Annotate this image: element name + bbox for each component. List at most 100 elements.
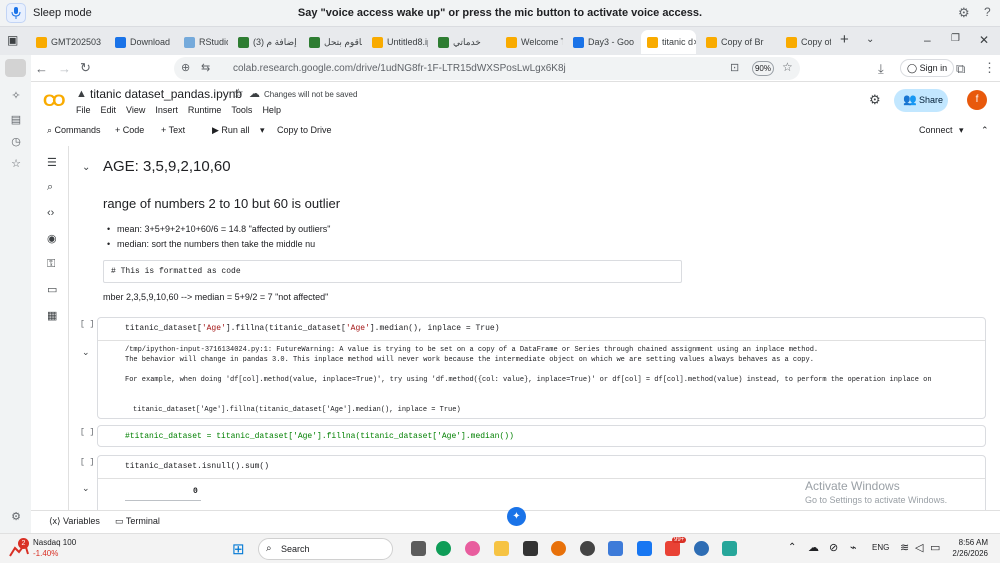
input-language[interactable]: ENG: [872, 543, 889, 552]
cell-run-button[interactable]: [ ]: [80, 458, 94, 467]
tab-10[interactable]: titanic d✕: [641, 30, 696, 54]
files-folder-icon[interactable]: ▭: [47, 283, 59, 296]
sidebar-settings-icon[interactable]: ⚙: [9, 510, 23, 524]
menu-file[interactable]: File: [76, 105, 91, 115]
help-icon[interactable]: ?: [984, 5, 991, 19]
avatar[interactable]: f: [967, 90, 987, 110]
run-all-chevron-icon[interactable]: ▾: [260, 125, 265, 136]
menu-tools[interactable]: Tools: [231, 105, 252, 115]
battery-icon[interactable]: ▭: [930, 541, 940, 554]
share-button[interactable]: 👥 Share: [894, 89, 948, 112]
variables-button[interactable]: ⟨x⟩ Variables: [49, 516, 100, 527]
tab-8[interactable]: Welcome T: [500, 30, 563, 54]
colab-logo[interactable]: CO: [43, 91, 65, 111]
tab-actions-icon[interactable]: ▣: [7, 33, 18, 47]
tab-7[interactable]: خدماتي: [432, 30, 496, 54]
table-of-contents-icon[interactable]: ☰: [47, 156, 59, 169]
secrets-key-icon[interactable]: ⚿: [47, 258, 59, 270]
add-text-button[interactable]: + Text: [161, 125, 185, 135]
taskbar-search[interactable]: ⌕ Search: [258, 538, 393, 560]
section-collapse-chevron-icon[interactable]: ⌄: [82, 162, 90, 173]
code-snippets-icon[interactable]: ‹›: [47, 207, 59, 219]
output-chevron-icon[interactable]: ⌄: [82, 483, 90, 494]
database-app-icon[interactable]: [608, 541, 623, 556]
copy-to-drive-button[interactable]: Copy to Drive: [277, 125, 332, 135]
cell-code[interactable]: titanic_dataset.isnull().sum(): [125, 462, 269, 471]
tab-5[interactable]: ساقوم بتحل: [303, 30, 362, 54]
tab-1[interactable]: GMT202503: [30, 30, 105, 54]
url-text[interactable]: colab.research.google.com/drive/1udNG8fr…: [233, 63, 566, 74]
code-cell[interactable]: titanic_dataset['Age'].fillna(titanic_da…: [82, 317, 986, 419]
cell-run-button[interactable]: [ ]: [80, 320, 94, 329]
sign-in-button[interactable]: ◯ Sign in: [900, 59, 955, 77]
terminal-button[interactable]: ▭ Terminal: [115, 516, 160, 527]
gemini-spark-button[interactable]: ✦: [507, 507, 526, 526]
install-app-icon[interactable]: ⊡: [730, 61, 739, 74]
bookmark-star-icon[interactable]: ☆: [782, 60, 793, 74]
output-chevron-icon[interactable]: ⌄: [82, 347, 90, 358]
cell-code[interactable]: titanic_dataset['Age'].fillna(titanic_da…: [125, 324, 500, 333]
data-table-icon[interactable]: ▦: [47, 309, 59, 322]
windows-start-icon[interactable]: ⊞: [232, 540, 245, 558]
tab-9[interactable]: Day3 - Goo: [567, 30, 637, 54]
tab-search-chevron-icon[interactable]: ⌄: [866, 34, 874, 45]
clock-time[interactable]: 8:56 AM: [950, 538, 988, 547]
firefox-icon[interactable]: [551, 541, 566, 556]
find-replace-icon[interactable]: ⌕: [47, 181, 59, 193]
new-tab-icon[interactable]: +: [840, 31, 849, 48]
minimize-icon[interactable]: –: [924, 33, 931, 47]
notification-app-icon[interactable]: 99+: [665, 537, 687, 556]
commands-button[interactable]: ⌕ Commands: [47, 125, 101, 136]
download-icon[interactable]: ⤓: [878, 61, 884, 77]
notebook-name[interactable]: titanic dataset_pandas.ipynb: [90, 87, 242, 101]
close-tab-icon[interactable]: ✕: [693, 38, 696, 47]
task-view-icon[interactable]: [411, 541, 426, 556]
sidebar-toggle-button[interactable]: [5, 59, 26, 77]
volume-icon[interactable]: ◁: [915, 541, 923, 554]
reload-icon[interactable]: ↻: [80, 60, 91, 76]
copilot-app-icon[interactable]: [465, 541, 480, 556]
widgets-button[interactable]: 2: [8, 538, 30, 560]
collapse-header-icon[interactable]: ⌃: [981, 125, 989, 136]
location-icon[interactable]: ⊘: [829, 541, 838, 554]
save-status[interactable]: Changes will not be saved: [264, 90, 357, 99]
menu-help[interactable]: Help: [262, 105, 281, 115]
settings-gear-icon[interactable]: ⚙: [869, 92, 881, 108]
code-cell[interactable]: #titanic_dataset = titanic_dataset['Age'…: [97, 425, 986, 447]
file-explorer-icon[interactable]: [494, 541, 509, 556]
tune-icon[interactable]: ⇆: [201, 61, 210, 74]
variables-inspector-icon[interactable]: ◉: [47, 232, 59, 245]
restore-icon[interactable]: ❐: [951, 33, 960, 44]
tab-2[interactable]: Download: [109, 30, 174, 54]
app-icon[interactable]: [722, 541, 737, 556]
network-icon[interactable]: ⌁: [850, 541, 857, 554]
run-all-button[interactable]: ▶ Run all: [212, 125, 249, 136]
connect-chevron-icon[interactable]: ▾: [959, 125, 964, 136]
menu-view[interactable]: View: [126, 105, 145, 115]
reading-list-icon[interactable]: ▤: [9, 113, 23, 127]
star-icon[interactable]: ☆: [233, 86, 244, 100]
cell-run-button[interactable]: [ ]: [80, 428, 94, 437]
back-icon[interactable]: ←: [35, 61, 48, 76]
add-code-button[interactable]: + Code: [115, 125, 144, 135]
zoom-badge[interactable]: 90%: [752, 61, 774, 76]
r-app-icon[interactable]: [694, 541, 709, 556]
extensions-icon[interactable]: ⧉: [956, 61, 965, 77]
address-bar[interactable]: ⊕ ⇆ colab.research.google.com/drive/1udN…: [174, 57, 800, 80]
clock-date[interactable]: 2/26/2026: [950, 549, 988, 558]
favorites-icon[interactable]: ☆: [9, 157, 23, 171]
forward-icon[interactable]: →: [58, 61, 71, 76]
tab-4[interactable]: (3) إضافة م: [232, 30, 299, 54]
show-hidden-icons[interactable]: ⌃: [788, 542, 796, 553]
tab-6[interactable]: Untitled8.ip: [366, 30, 428, 54]
gear-icon[interactable]: ⚙: [958, 5, 970, 21]
chatgpt-icon[interactable]: [580, 541, 595, 556]
copilot-icon[interactable]: ✧: [9, 89, 23, 103]
cloud-icon[interactable]: ☁: [808, 541, 819, 554]
site-info-icon[interactable]: ⊕: [181, 61, 190, 74]
tab-12[interactable]: Copy of Lo: [780, 30, 831, 54]
close-window-icon[interactable]: ✕: [979, 33, 989, 47]
store-icon[interactable]: [523, 541, 538, 556]
menu-insert[interactable]: Insert: [155, 105, 178, 115]
menu-edit[interactable]: Edit: [101, 105, 117, 115]
